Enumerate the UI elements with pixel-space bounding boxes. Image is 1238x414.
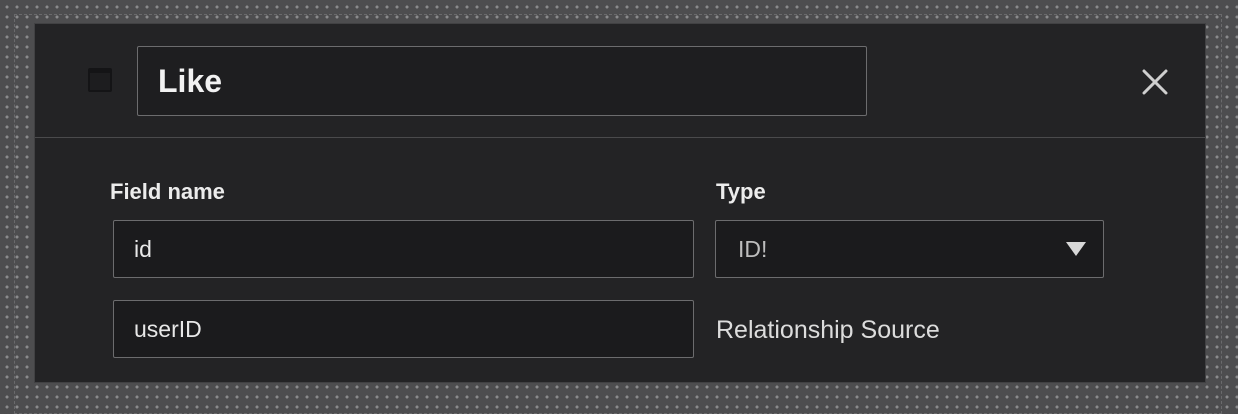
type-label: Type [716, 179, 766, 204]
type-select-value: ID! [738, 236, 768, 262]
model-header [35, 24, 1205, 138]
relationship-source-label: Relationship Source [716, 316, 940, 344]
field-name-label: Field name [110, 179, 225, 204]
model-editor-panel: Field name Type ID! Relationship Source [34, 23, 1206, 383]
field-name-input-id[interactable] [113, 220, 694, 278]
close-button[interactable] [1135, 62, 1175, 102]
model-name-input[interactable] [137, 46, 867, 116]
close-icon [1142, 69, 1168, 95]
model-window-icon [88, 68, 112, 92]
chevron-down-icon [1065, 241, 1087, 257]
field-name-input-userid[interactable] [113, 300, 694, 358]
type-select[interactable]: ID! [715, 220, 1104, 278]
